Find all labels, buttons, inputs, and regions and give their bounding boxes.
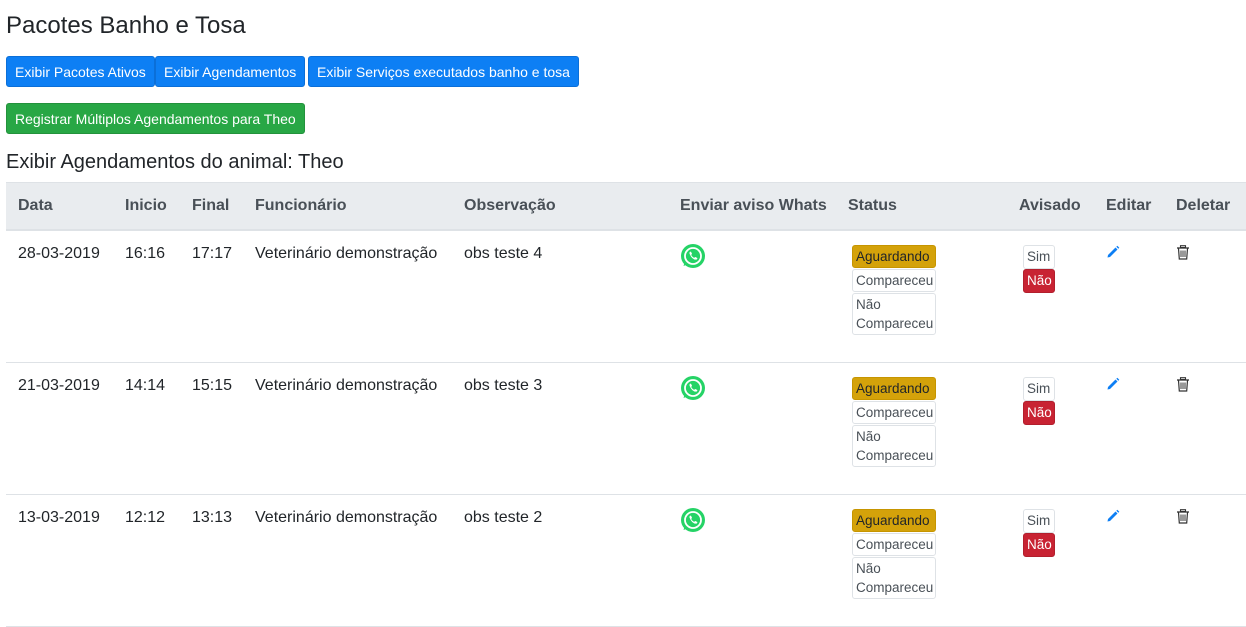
trash-icon[interactable] [1176, 245, 1190, 265]
col-header-funcionario: Funcionário [243, 182, 452, 231]
status-aguardando-option[interactable]: Aguardando [852, 377, 936, 400]
cell-funcionario: Veterinário demonstração [243, 494, 452, 627]
cell-editar [1094, 494, 1164, 627]
col-header-data: Data [6, 182, 113, 231]
cell-avisado: Sim Não [1007, 230, 1094, 363]
col-header-final: Final [180, 182, 243, 231]
cell-final: 15:15 [180, 362, 243, 495]
whatsapp-icon[interactable] [680, 375, 706, 401]
cell-funcionario: Veterinário demonstração [243, 230, 452, 363]
status-nao-compareceu-option[interactable]: Não Compareceu [852, 293, 936, 335]
status-aguardando-option[interactable]: Aguardando [852, 509, 936, 532]
col-header-status: Status [836, 182, 1007, 231]
cell-final: 13:13 [180, 494, 243, 627]
table-row: 13-03-2019 12:12 13:13 Veterinário demon… [6, 494, 1246, 627]
cell-whats [668, 494, 836, 627]
col-header-deletar: Deletar [1164, 182, 1246, 231]
exibir-agendamentos-button[interactable]: Exibir Agendamentos [155, 56, 306, 87]
whatsapp-icon[interactable] [680, 507, 706, 533]
cell-final: 17:17 [180, 230, 243, 363]
cell-data: 21-03-2019 [6, 362, 113, 495]
col-header-avisado: Avisado [1007, 182, 1094, 231]
cell-observacao: obs teste 4 [452, 230, 668, 363]
cell-deletar [1164, 362, 1246, 495]
cell-status: Aguardando Compareceu Não Compareceu [836, 362, 1007, 495]
table-row: 21-03-2019 14:14 15:15 Veterinário demon… [6, 362, 1246, 495]
cell-avisado: Sim Não [1007, 362, 1094, 495]
cell-avisado: Sim Não [1007, 494, 1094, 627]
table-row: 28-03-2019 16:16 17:17 Veterinário demon… [6, 230, 1246, 363]
cell-observacao: obs teste 2 [452, 494, 668, 627]
avisado-nao-option[interactable]: Não [1023, 401, 1055, 425]
pencil-icon[interactable] [1106, 245, 1120, 264]
cell-whats [668, 230, 836, 363]
pencil-icon[interactable] [1106, 509, 1120, 528]
trash-icon[interactable] [1176, 509, 1190, 529]
cell-editar [1094, 362, 1164, 495]
avisado-sim-option[interactable]: Sim [1023, 377, 1055, 401]
cell-status: Aguardando Compareceu Não Compareceu [836, 494, 1007, 627]
page-title: Pacotes Banho e Tosa [6, 12, 246, 39]
col-header-observacao: Observação [452, 182, 668, 231]
status-compareceu-option[interactable]: Compareceu [852, 533, 936, 556]
table-header-row: Data Inicio Final Funcionário Observação… [6, 182, 1246, 231]
exibir-pacotes-ativos-button[interactable]: Exibir Pacotes Ativos [6, 56, 155, 87]
cell-inicio: 16:16 [113, 230, 180, 363]
cell-whats [668, 362, 836, 495]
status-compareceu-option[interactable]: Compareceu [852, 269, 936, 292]
status-compareceu-option[interactable]: Compareceu [852, 401, 936, 424]
avisado-nao-option[interactable]: Não [1023, 533, 1055, 557]
avisado-sim-option[interactable]: Sim [1023, 509, 1055, 533]
cell-inicio: 14:14 [113, 362, 180, 495]
cell-inicio: 12:12 [113, 494, 180, 627]
avisado-nao-option[interactable]: Não [1023, 269, 1055, 293]
agendamentos-table: Data Inicio Final Funcionário Observação… [6, 182, 1246, 627]
cell-editar [1094, 230, 1164, 363]
registrar-agendamentos-button[interactable]: Registrar Múltiplos Agendamentos para Th… [6, 103, 305, 134]
avisado-sim-option[interactable]: Sim [1023, 245, 1055, 269]
cell-deletar [1164, 494, 1246, 627]
trash-icon[interactable] [1176, 377, 1190, 397]
cell-data: 28-03-2019 [6, 230, 113, 363]
status-nao-compareceu-option[interactable]: Não Compareceu [852, 425, 936, 467]
status-aguardando-option[interactable]: Aguardando [852, 245, 936, 268]
status-nao-compareceu-option[interactable]: Não Compareceu [852, 557, 936, 599]
cell-status: Aguardando Compareceu Não Compareceu [836, 230, 1007, 363]
pencil-icon[interactable] [1106, 377, 1120, 396]
cell-observacao: obs teste 3 [452, 362, 668, 495]
whatsapp-icon[interactable] [680, 243, 706, 269]
cell-funcionario: Veterinário demonstração [243, 362, 452, 495]
col-header-inicio: Inicio [113, 182, 180, 231]
cell-data: 13-03-2019 [6, 494, 113, 627]
section-title: Exibir Agendamentos do animal: Theo [6, 151, 344, 173]
col-header-whats: Enviar aviso Whats [668, 182, 836, 231]
exibir-servicos-button[interactable]: Exibir Serviços executados banho e tosa [308, 56, 579, 87]
cell-deletar [1164, 230, 1246, 363]
col-header-editar: Editar [1094, 182, 1164, 231]
